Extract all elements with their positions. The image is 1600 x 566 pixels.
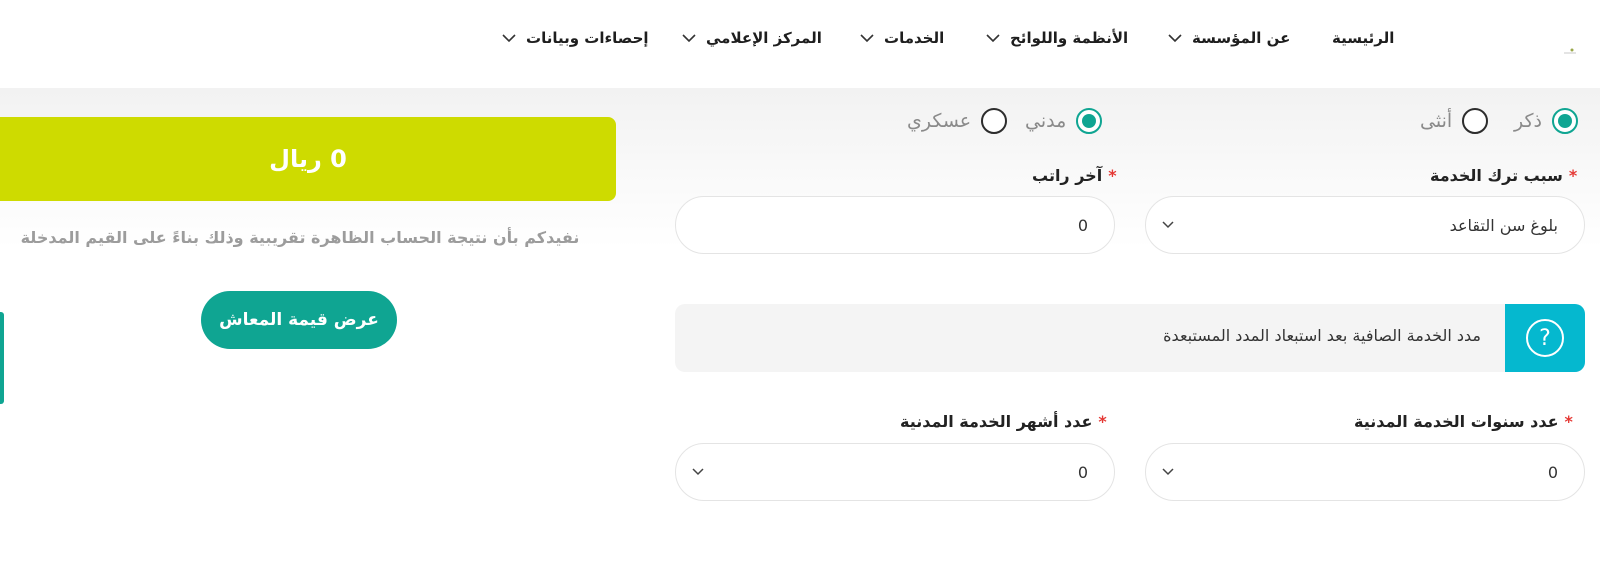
radio-female[interactable]: أنثى [1420, 106, 1489, 136]
nav-item-about[interactable]: عن المؤسسة [1166, 25, 1290, 51]
question-icon[interactable]: ? [1505, 304, 1585, 372]
radio-unchecked-icon [1462, 108, 1489, 134]
nav-item-statistics[interactable]: إحصاءات وبيانات [500, 25, 649, 51]
nav-item-services[interactable]: الخدمات [858, 25, 944, 51]
nav-item-label: عن المؤسسة [1192, 29, 1291, 47]
chevron-down-icon [680, 29, 698, 47]
service-months-label: *عدد أشهر الخدمة المدنية [900, 412, 1107, 431]
nav-item-label: الخدمات [884, 29, 945, 47]
radio-label: ذكر [1514, 110, 1542, 132]
radio-label: أنثى [1420, 110, 1453, 132]
chevron-down-icon [984, 29, 1002, 47]
leave-reason-value: بلوغ سن التقاعد [1449, 215, 1558, 235]
nav-item-media-center[interactable]: المركز الإعلامي [680, 25, 822, 51]
service-info-text: مدد الخدمة الصافية بعد استبعاد المدد الم… [1163, 326, 1481, 345]
service-years-select[interactable]: 0 [1145, 443, 1585, 501]
service-info-box: ? مدد الخدمة الصافية بعد استبعاد المدد ا… [675, 304, 1585, 372]
nav-item-home[interactable]: الرئيسية [1332, 25, 1394, 51]
chevron-down-icon [1160, 217, 1176, 233]
result-disclaimer: نفيدكم بأن نتيجة الحساب الظاهرة تقريبية … [20, 228, 580, 247]
nav-item-label: المركز الإعلامي [706, 29, 822, 47]
service-years-value: 0 [1547, 462, 1558, 482]
radio-civil[interactable]: مدني [1025, 106, 1103, 136]
radio-label: مدني [1025, 110, 1067, 132]
leave-reason-select[interactable]: بلوغ سن التقاعد [1145, 196, 1585, 254]
leave-reason-label: *سبب ترك الخدمة [1430, 166, 1578, 185]
radio-male[interactable]: ذكر [1514, 106, 1578, 136]
chevron-down-icon [690, 464, 706, 480]
side-feedback-tab[interactable] [0, 312, 4, 404]
radio-unchecked-icon [981, 108, 1008, 134]
service-months-select[interactable]: 0 [675, 443, 1115, 501]
nav-item-regulations[interactable]: الأنظمة واللوائح [984, 25, 1128, 51]
last-salary-input[interactable]: 0 [675, 196, 1115, 254]
service-months-value: 0 [1077, 462, 1088, 482]
nav-item-label: الأنظمة واللوائح [1010, 29, 1129, 47]
nav-item-label: إحصاءات وبيانات [526, 29, 649, 47]
radio-checked-icon [1552, 108, 1578, 134]
logo[interactable] [1562, 40, 1578, 54]
radio-label: عسكري [907, 110, 972, 132]
pension-result: 0 ريال [0, 117, 616, 201]
chevron-down-icon [858, 29, 876, 47]
site-header: الرئيسية عن المؤسسة الأنظمة واللوائح الخ… [0, 0, 1600, 88]
show-pension-button[interactable]: عرض قيمة المعاش [201, 291, 397, 349]
radio-military[interactable]: عسكري [907, 106, 1008, 136]
chevron-down-icon [500, 29, 518, 47]
last-salary-value: 0 [1077, 215, 1088, 235]
chevron-down-icon [1160, 464, 1176, 480]
nav-item-label: الرئيسية [1332, 29, 1395, 47]
chevron-down-icon [1166, 29, 1184, 47]
radio-checked-icon [1076, 108, 1103, 134]
last-salary-label: *آخر راتب [1032, 166, 1117, 185]
service-years-label: *عدد سنوات الخدمة المدنية [1354, 412, 1573, 431]
